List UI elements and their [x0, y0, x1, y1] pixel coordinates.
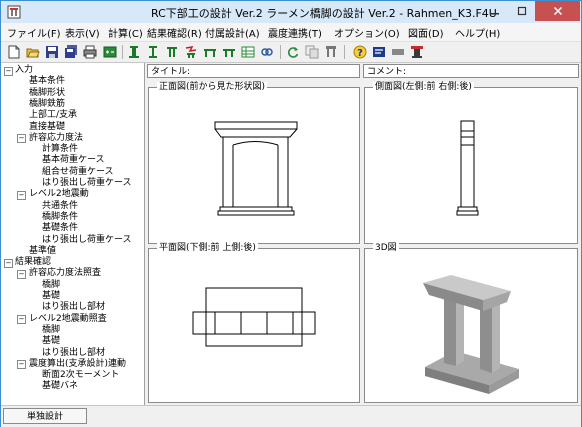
tree-item[interactable]: レベル2地震動照査 [29, 314, 107, 325]
tree-item[interactable]: 基準値 [29, 246, 56, 257]
design-mode-tab[interactable]: 単独設計 [3, 408, 87, 424]
tree-item[interactable]: 橋脚鉄筋 [29, 99, 65, 110]
manual-icon[interactable] [371, 44, 387, 60]
svg-text:?: ? [357, 48, 363, 59]
maximize-button[interactable] [508, 1, 535, 21]
plan-view-drawing [192, 287, 316, 347]
close-icon [553, 6, 562, 16]
tree-item[interactable]: 基本荷重ケース [42, 155, 105, 166]
print-icon[interactable] [82, 44, 98, 60]
tree-item[interactable]: はり張出し部材 [42, 348, 105, 359]
tree-item[interactable]: 基礎条件 [42, 223, 78, 234]
maximize-icon [517, 6, 526, 16]
title-label: タイトル: [151, 67, 191, 77]
tree-toggle[interactable]: − [4, 66, 13, 76]
menu-bar: ファイル(F) 表示(V) 計算(C) 結果確認(R) 付属設計(A) 震度連携… [1, 23, 581, 42]
menu-help[interactable]: ヘルプ(H) [455, 25, 500, 40]
menu-file[interactable]: ファイル(F) [7, 25, 61, 40]
tree-item[interactable]: 基礎 [42, 336, 60, 347]
structure-icon[interactable] [126, 44, 142, 60]
toolbar: ? [1, 42, 581, 63]
plan-view-caption: 平面図(下側:前 上側:後) [157, 243, 258, 254]
tree-item[interactable]: 橋脚 [42, 325, 60, 336]
menu-options[interactable]: オプション(O) [334, 25, 400, 40]
tree-item[interactable]: 橋脚条件 [42, 212, 78, 223]
tree-item[interactable]: 許容応力度法 [29, 133, 83, 144]
title-bar: RC下部工の設計 Ver.2 ラーメン橋脚の設計 Ver.2 - Rahmen_… [1, 1, 581, 23]
save-all-icon[interactable] [63, 44, 79, 60]
copy-icon[interactable] [304, 44, 320, 60]
tree-item[interactable]: 橋脚 [42, 280, 60, 291]
tree-toggle[interactable]: − [17, 360, 26, 370]
content-area: タイトル: コメント: 正面図(前から見た形状図) 側面図(左側:前 右側:後)… [145, 63, 581, 405]
tree-item[interactable]: 基礎バネ [42, 381, 78, 392]
menu-attached-design[interactable]: 付属設計(A) [205, 25, 260, 40]
side-view-panel[interactable]: 側面図(左側:前 右側:後) [364, 82, 578, 244]
menu-drawing[interactable]: 図面(D) [408, 25, 444, 40]
link-icon[interactable] [259, 44, 275, 60]
new-icon[interactable] [6, 44, 22, 60]
tree-item[interactable]: 断面2次モーメント [42, 370, 119, 381]
calc-icon[interactable] [102, 44, 118, 60]
tree-item[interactable]: はり張出し荷重ケース [42, 235, 132, 246]
tree-item[interactable]: 直接基礎 [29, 122, 65, 133]
3d-view-caption: 3D図 [373, 243, 399, 254]
tree-item[interactable]: はり張出し部材 [42, 302, 105, 313]
help-icon[interactable]: ? [352, 44, 368, 60]
refresh-icon[interactable] [285, 44, 301, 60]
frame-three-icon[interactable] [221, 44, 237, 60]
tree-item[interactable]: 入力 [15, 65, 33, 76]
app-icon[interactable] [7, 5, 21, 19]
comment-label: コメント: [367, 67, 407, 77]
window-title: RC下部工の設計 Ver.2 ラーメン橋脚の設計 Ver.2 - Rahmen_… [151, 7, 497, 20]
frame-two-icon[interactable] [202, 44, 218, 60]
tree-item[interactable]: 基礎 [42, 291, 60, 302]
status-bar: 単独設計 [1, 405, 581, 427]
tree-toggle[interactable]: − [17, 269, 26, 279]
plan-view-panel[interactable]: 平面図(下側:前 上側:後) [148, 243, 360, 403]
front-view-caption: 正面図(前から見た形状図) [157, 82, 268, 93]
comment-field[interactable]: コメント: [363, 64, 579, 78]
drawing-icon[interactable] [323, 44, 339, 60]
tree-toggle[interactable]: − [4, 258, 13, 268]
open-icon[interactable] [25, 44, 41, 60]
minimize-icon [490, 13, 499, 15]
beam-icon[interactable] [164, 44, 180, 60]
3d-view-drawing [423, 275, 519, 394]
status-icon[interactable] [390, 44, 406, 60]
tree-item[interactable]: レベル2地震動 [29, 189, 89, 200]
tree-item[interactable]: 共通条件 [42, 201, 78, 212]
tree-item[interactable]: 基本条件 [29, 76, 65, 87]
tree-item[interactable]: 橋脚形状 [29, 88, 65, 99]
side-view-caption: 側面図(左側:前 右側:後) [373, 82, 474, 93]
tree-item[interactable]: はり張出し荷重ケース [42, 178, 132, 189]
tree-item[interactable]: 上部工/支承 [29, 110, 77, 121]
title-field[interactable]: タイトル: [147, 64, 360, 78]
save-icon[interactable] [44, 44, 60, 60]
3d-view-panel[interactable]: 3D図 [364, 243, 578, 403]
menu-results[interactable]: 結果確認(R) [147, 25, 202, 40]
front-view-drawing [214, 121, 298, 216]
close-button[interactable] [535, 1, 580, 21]
tree-toggle[interactable]: − [17, 134, 26, 144]
pile-icon[interactable] [145, 44, 161, 60]
tree-toggle[interactable]: − [17, 315, 26, 325]
side-view-drawing [456, 120, 479, 216]
menu-calculate[interactable]: 計算(C) [108, 25, 143, 40]
front-view-panel[interactable]: 正面図(前から見た形状図) [148, 82, 360, 244]
menu-seismic-link[interactable]: 震度連携(T) [268, 25, 322, 40]
tree-item[interactable]: 組合せ荷重ケース [42, 167, 114, 178]
navigation-tree: − 入力 基本条件 橋脚形状 橋脚鉄筋 上部工/支承 直接基礎 − 許容応力度法 計算条件 基本荷重… [1, 63, 145, 405]
minimize-button[interactable] [481, 1, 508, 21]
tree-item[interactable]: 結果確認 [15, 257, 51, 268]
app-window: RC下部工の設計 Ver.2 ラーメン橋脚の設計 Ver.2 - Rahmen_… [0, 0, 582, 427]
tree-item[interactable]: 震度算出(支承設計)連動 [29, 359, 126, 370]
frame-icon[interactable] [183, 44, 199, 60]
table-icon[interactable] [240, 44, 256, 60]
tree-item[interactable]: 計算条件 [42, 144, 78, 155]
pier-icon[interactable] [409, 44, 425, 60]
tree-toggle[interactable]: − [17, 190, 26, 200]
menu-view[interactable]: 表示(V) [65, 25, 100, 40]
tree-item[interactable]: 許容応力度法照査 [29, 268, 101, 279]
